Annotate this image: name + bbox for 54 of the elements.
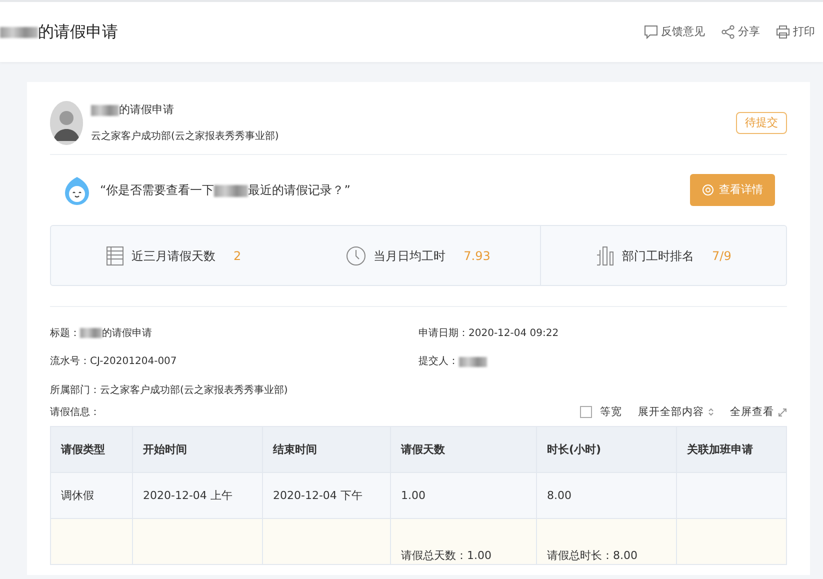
column-header: 请假类型 — [50, 426, 132, 473]
printer-icon — [776, 25, 790, 39]
table-cell: 8.00 — [536, 472, 676, 519]
fullscreen-link[interactable]: 全屏查看 — [730, 404, 774, 420]
mascot-icon — [62, 175, 92, 205]
stat-value: 7/9 — [712, 248, 732, 264]
stat-label: 当月日均工时 — [374, 248, 446, 264]
field-label: 流水号： — [50, 354, 90, 370]
stat-label: 近三月请假天数 — [132, 248, 216, 264]
page-title: 的请假申请 — [38, 21, 118, 43]
table-cell: 调休假 — [50, 472, 132, 519]
stat-label: 部门工时排名 — [622, 248, 694, 264]
expand-icon — [708, 407, 714, 418]
table-cell: 1.00 — [390, 472, 536, 519]
section-label: 请假信息： — [50, 406, 100, 420]
redacted-name — [0, 26, 38, 38]
column-header: 请假天数 — [390, 426, 536, 473]
feedback-button[interactable]: 反馈意见 — [644, 24, 705, 40]
stat-value: 2 — [234, 248, 242, 264]
expand-all-link[interactable]: 展开全部内容 — [638, 404, 704, 420]
field-label: 所属部门： — [50, 384, 100, 398]
column-header: 开始时间 — [132, 426, 262, 473]
avatar — [50, 101, 83, 145]
field-value: 的请假申请 — [102, 326, 152, 341]
table-cell: 2020-12-04 上午 — [132, 472, 262, 519]
total-hours: 请假总时长：8.00 — [547, 548, 638, 562]
prompt-text: 最近的请假记录？” — [248, 183, 350, 197]
field-label: 提交人： — [418, 354, 458, 370]
prompt-text: “你是否需要查看一下 — [100, 183, 214, 197]
table-cell: 2020-12-04 下午 — [262, 472, 390, 519]
status-badge: 待提交 — [736, 112, 787, 134]
application-title: 的请假申请 — [119, 103, 174, 116]
column-header: 关联加班申请 — [676, 426, 786, 473]
column-header: 结束时间 — [262, 426, 390, 473]
field-label: 申请日期： — [418, 326, 468, 341]
print-button[interactable]: 打印 — [776, 24, 815, 40]
department-text: 云之家客户成功部(云之家报表秀秀事业部) — [91, 130, 280, 144]
total-days: 请假总天数：1.00 — [401, 548, 492, 562]
field-value: 云之家客户成功部(云之家报表秀秀事业部) — [100, 384, 288, 398]
field-label: 标题： — [50, 326, 80, 341]
ranking-icon — [596, 246, 614, 266]
table-icon — [106, 246, 124, 266]
column-header: 时长(小时) — [536, 426, 676, 473]
stat-value: 7.93 — [464, 248, 490, 264]
equal-width-checkbox[interactable]: 等宽 — [580, 404, 622, 420]
share-icon — [721, 25, 735, 39]
field-value: CJ-20201204-007 — [90, 355, 177, 370]
fullscreen-icon — [778, 408, 787, 417]
redacted-name — [214, 184, 248, 197]
redacted-name — [91, 104, 119, 116]
field-value: 2020-12-04 09:22 — [468, 326, 559, 341]
share-button[interactable]: 分享 — [721, 24, 760, 40]
speech-bubble-icon — [644, 25, 658, 39]
clock-icon — [346, 246, 366, 266]
